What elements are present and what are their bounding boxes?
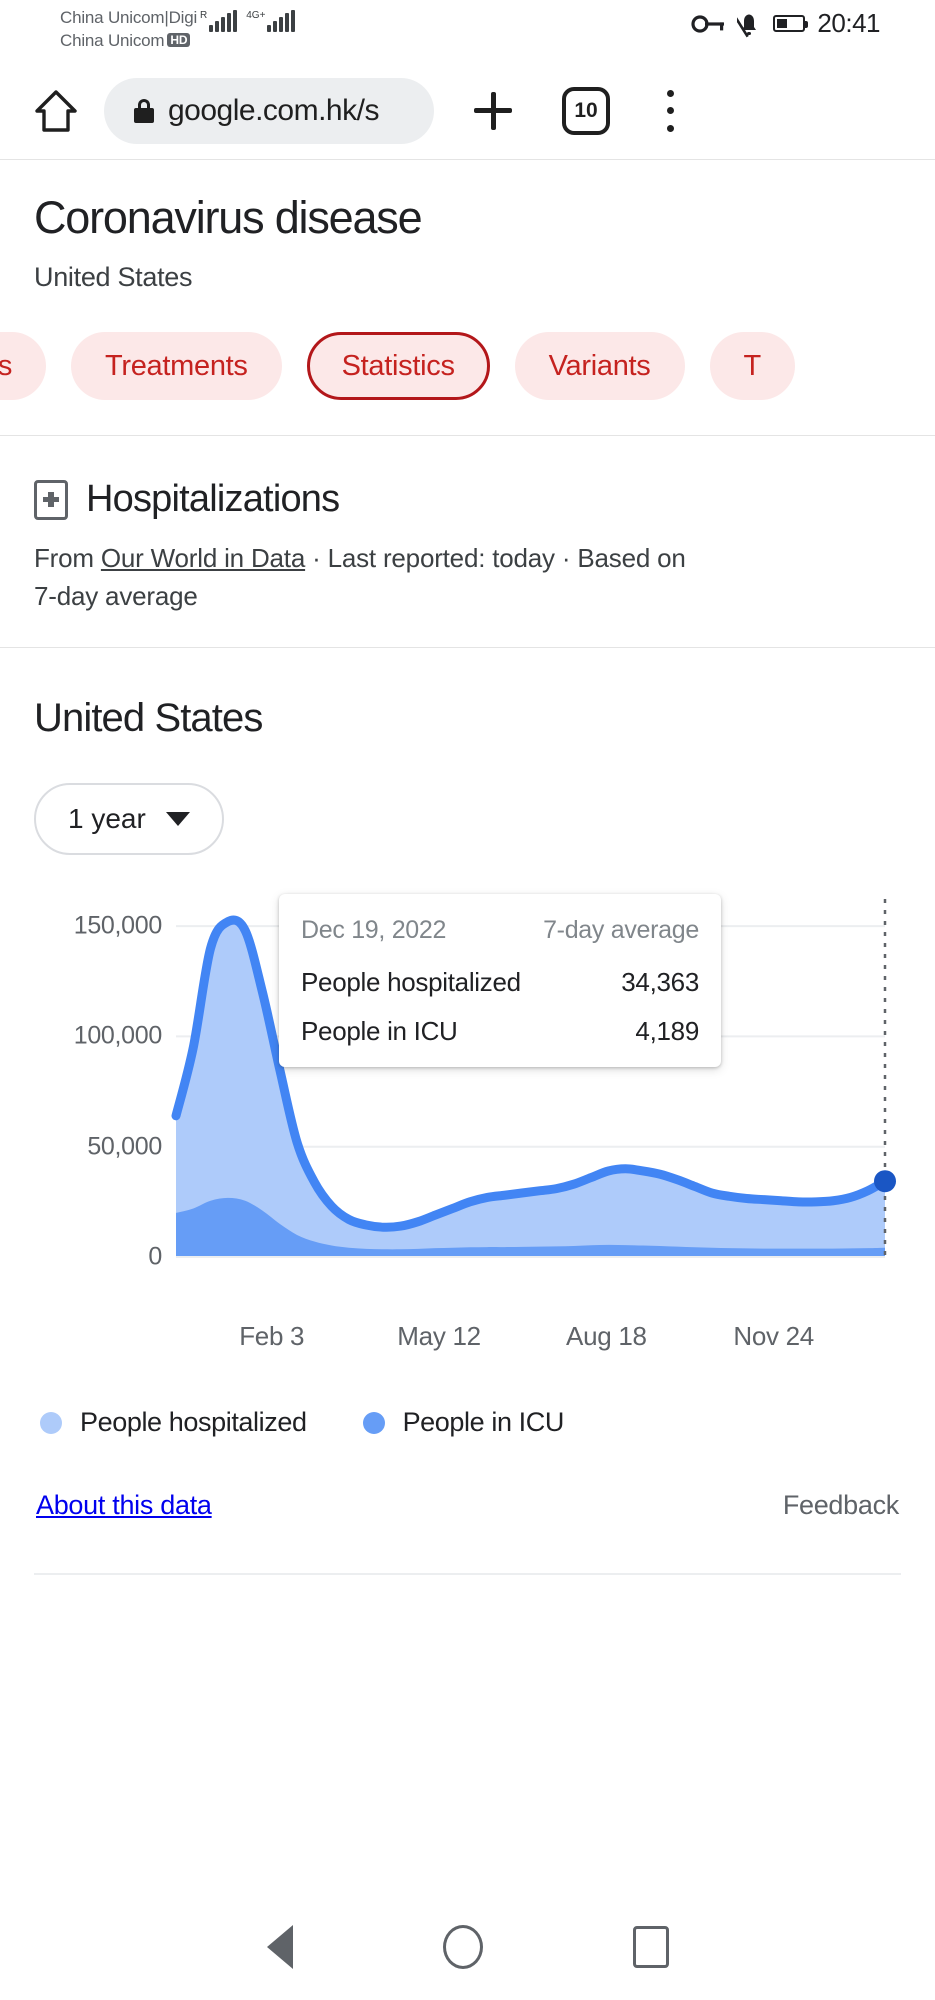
- home-icon: [35, 89, 77, 132]
- chart-panel: United States 1 year 0 50,000 100,000 150,0…: [0, 696, 935, 1575]
- status-right-cluster: 20:41: [691, 8, 880, 39]
- feedback-link[interactable]: Feedback: [783, 1490, 899, 1521]
- tooltip-row-label: People hospitalized: [301, 967, 521, 997]
- carrier-line-2: China Unicom: [60, 31, 165, 50]
- page-bottom-divider: [34, 1573, 901, 1575]
- tooltip-date: Dec 19, 2022: [301, 916, 447, 944]
- lock-icon: [134, 98, 154, 123]
- y-axis-tick-label: 100,000: [73, 1021, 163, 1050]
- menu-dot-3: [666, 124, 674, 132]
- network-type-label: 4G+: [246, 10, 266, 21]
- tooltip-row-label: People in ICU: [301, 1016, 458, 1046]
- tooltip-header: Dec 19, 2022 7-day average: [301, 916, 699, 945]
- recents-icon[interactable]: [632, 1926, 669, 1968]
- tooltip-average-label: 7-day average: [543, 916, 699, 944]
- sim2-signal: 4G+: [246, 10, 296, 32]
- url-text: google.com.hk/s: [168, 93, 379, 127]
- about-this-data-link[interactable]: About this data: [36, 1490, 212, 1521]
- tooltip-row-value: 34,363: [621, 967, 699, 997]
- section-meta: From Our World in Data · Last reported: …: [34, 539, 714, 615]
- carrier-info: China Unicom|Digi China Unicom HD: [60, 6, 197, 52]
- hospital-icon: [34, 479, 68, 520]
- topic-chips-scroller[interactable]: ns Treatments Statistics Variants T: [0, 327, 935, 405]
- tab-switcher-button[interactable]: 10: [562, 86, 610, 135]
- time-range-label: 1 year: [68, 803, 146, 834]
- clock: 20:41: [817, 8, 880, 38]
- sim1-signal: R: [200, 10, 238, 32]
- menu-dot-1: [666, 89, 674, 97]
- chip-symptoms[interactable]: ns: [0, 332, 47, 400]
- chart-tooltip: Dec 19, 2022 7-day average People hospit…: [279, 894, 721, 1067]
- signal-bars-icon-2: [267, 10, 296, 32]
- chip-treatments[interactable]: Treatments: [71, 332, 282, 400]
- menu-dot-2: [666, 107, 674, 114]
- signal-bars-icon: [209, 10, 238, 32]
- section-divider: [0, 647, 935, 648]
- vpn-key-icon: [691, 14, 725, 33]
- hospitalizations-section: Hospitalizations From Our World in Data …: [0, 436, 935, 615]
- chip-statistics[interactable]: Statistics: [306, 332, 490, 400]
- page-subtitle: United States: [34, 262, 193, 292]
- url-bar[interactable]: google.com.hk/s: [104, 77, 434, 144]
- chart-country-title: United States: [34, 696, 263, 740]
- home-circle-icon[interactable]: [442, 1925, 483, 1969]
- y-axis-tick-label: 50,000: [87, 1132, 162, 1161]
- x-axis-labels: Feb 3 May 12 Aug 18 Nov 24: [34, 1321, 901, 1371]
- section-title-row: Hospitalizations: [34, 478, 901, 521]
- y-axis-tick-label: 150,000: [73, 911, 163, 940]
- hd-badge: HD: [167, 33, 191, 47]
- legend-label: People in ICU: [402, 1407, 565, 1437]
- meta-from-label: From: [34, 543, 101, 573]
- time-range-selector[interactable]: 1 year: [34, 783, 224, 855]
- home-button[interactable]: [30, 85, 82, 137]
- legend-color-swatch: [362, 1411, 385, 1434]
- x-axis-tick-label: May 12: [397, 1321, 481, 1351]
- chip-label: Statistics: [341, 349, 455, 382]
- chip-variants[interactable]: Variants: [514, 332, 685, 400]
- source-link[interactable]: Our World in Data: [101, 543, 305, 573]
- overflow-menu-button[interactable]: [650, 85, 690, 137]
- signal-indicators: R 4G+: [200, 10, 296, 32]
- chevron-down-icon: [165, 812, 190, 826]
- y-axis-tick-label: 0: [148, 1242, 162, 1271]
- browser-toolbar: google.com.hk/s 10: [0, 62, 935, 160]
- new-tab-button[interactable]: [466, 84, 520, 138]
- chart-footer-links: About this data Feedback: [34, 1490, 901, 1521]
- legend-color-swatch: [40, 1411, 62, 1434]
- battery-icon: [773, 15, 809, 32]
- x-axis-tick-label: Aug 18: [566, 1321, 647, 1351]
- back-icon[interactable]: [266, 1925, 293, 1969]
- chip-label: Treatments: [105, 349, 248, 382]
- tooltip-row-icu: People in ICU 4,189: [301, 1016, 699, 1047]
- legend-label: People hospitalized: [80, 1407, 307, 1437]
- status-bar: China Unicom|Digi China Unicom HD R 4G+ 2…: [0, 0, 935, 62]
- tab-count: 10: [574, 98, 598, 122]
- notifications-off-icon: [737, 11, 757, 37]
- topic-chips-section: ns Treatments Statistics Variants T: [0, 327, 935, 436]
- chip-label: Variants: [548, 349, 651, 382]
- android-navigation-bar: [0, 1894, 935, 2000]
- carrier-line-1: China Unicom|Digi: [60, 8, 198, 27]
- chart-plot-area[interactable]: 0 50,000 100,000 150,000 Dec 19, 2022 7-day…: [34, 893, 901, 1313]
- page-title: Coronavirus disease: [34, 192, 423, 243]
- legend-item-hospitalized[interactable]: People hospitalized: [40, 1407, 307, 1438]
- chip-next[interactable]: T: [709, 332, 795, 400]
- roaming-label: R: [200, 10, 208, 21]
- x-axis-tick-label: Nov 24: [733, 1321, 814, 1351]
- tooltip-row-value: 4,189: [635, 1016, 699, 1046]
- section-title: Hospitalizations: [86, 478, 340, 520]
- legend-item-icu[interactable]: People in ICU: [362, 1407, 565, 1438]
- x-axis-tick-label: Feb 3: [239, 1321, 305, 1351]
- chart-legend: People hospitalized People in ICU: [34, 1407, 901, 1438]
- chip-label: ns: [0, 349, 13, 382]
- chip-label: T: [743, 349, 762, 382]
- tooltip-row-hospitalized: People hospitalized 34,363: [301, 967, 699, 998]
